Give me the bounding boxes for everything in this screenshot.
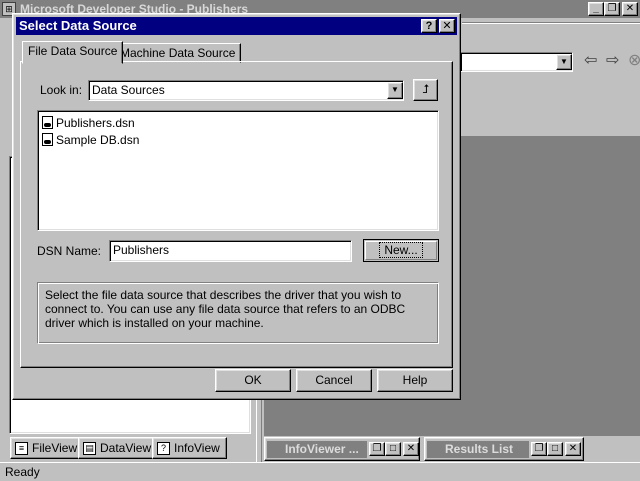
file-name: Sample DB.dsn <box>56 132 140 147</box>
dsn-file-icon <box>42 133 53 146</box>
new-button[interactable]: New... <box>363 239 439 262</box>
tab-dataview[interactable]: ▤ DataView <box>78 437 159 459</box>
tab-infoview-label: InfoView <box>174 441 220 455</box>
restore-icon[interactable]: ❐ <box>604 2 620 16</box>
help-icon[interactable]: ? <box>421 19 437 33</box>
tab-fileview-label: FileView <box>32 441 78 455</box>
restore-icon[interactable]: ❐ <box>531 442 547 456</box>
tab-file-data-source-label: File Data Source <box>28 44 118 58</box>
cancel-button[interactable]: Cancel <box>296 369 372 392</box>
infoviewer-dock[interactable]: InfoViewer ... ❐ □ ✕ <box>264 437 420 461</box>
chevron-down-icon[interactable]: ▼ <box>556 54 572 70</box>
infoviewer-dock-title: InfoViewer ... <box>267 441 367 458</box>
database-icon: ▤ <box>83 441 96 455</box>
look-in-label: Look in: <box>40 83 82 97</box>
list-item[interactable]: Sample DB.dsn <box>42 131 438 148</box>
close-icon[interactable]: ✕ <box>565 442 581 456</box>
close-icon[interactable]: ✕ <box>622 2 638 16</box>
dsn-name-label: DSN Name: <box>37 244 101 258</box>
minimize-icon[interactable]: _ <box>588 2 604 16</box>
look-in-select[interactable]: Data Sources <box>88 80 404 101</box>
results-list-dock-title: Results List <box>427 441 529 458</box>
tab-machine-data-source-label: Machine Data Source <box>120 46 236 60</box>
dialog-title-bar[interactable]: Select Data Source ? ✕ <box>16 17 457 35</box>
file-list[interactable]: Publishers.dsn Sample DB.dsn <box>37 110 439 231</box>
cancel-button-label: Cancel <box>315 373 353 387</box>
description-box: Select the file data source that describ… <box>37 282 439 344</box>
info-icon: ? <box>157 441 170 455</box>
infoviewer-title: InfoViewer ... <box>285 442 359 456</box>
look-in-label-text: Look in: <box>40 83 83 97</box>
menu-separator <box>462 22 640 24</box>
dsn-file-icon <box>42 116 53 129</box>
ok-button[interactable]: OK <box>215 369 291 392</box>
maximize-icon[interactable]: □ <box>385 442 401 456</box>
results-list-dock[interactable]: Results List ❐ □ ✕ <box>424 437 584 461</box>
new-button-label: New... <box>379 242 423 258</box>
tab-dataview-label: DataView <box>100 441 152 455</box>
tab-fileview[interactable]: ≡ FileView <box>10 437 85 459</box>
tab-file-data-source[interactable]: File Data Source <box>22 41 124 64</box>
close-icon[interactable]: ✕ <box>403 442 419 456</box>
stop-icon[interactable]: ⊗ <box>628 52 640 70</box>
tab-machine-data-source[interactable]: Machine Data Source <box>114 43 242 63</box>
up-folder-icon[interactable]: ⮥ <box>413 79 438 101</box>
dialog-title: Select Data Source <box>19 18 137 33</box>
close-icon[interactable]: ✕ <box>439 19 455 33</box>
results-list-title: Results List <box>445 442 514 456</box>
tab-infoview[interactable]: ? InfoView <box>152 437 227 459</box>
help-button[interactable]: Help <box>377 369 453 392</box>
status-bar: Ready <box>0 462 640 480</box>
select-data-source-dialog: Select Data Source ? ✕ File Data Source … <box>12 13 461 400</box>
dsn-name-label-text: DSN Name: <box>37 244 102 258</box>
list-item[interactable]: Publishers.dsn <box>42 114 438 131</box>
dsn-name-input[interactable]: Publishers <box>109 240 352 262</box>
description-text: Select the file data source that describ… <box>45 288 406 330</box>
fileview-icon: ≡ <box>15 441 28 455</box>
forward-arrow-icon[interactable]: ⇨ <box>606 52 619 70</box>
status-text: Ready <box>5 465 40 479</box>
maximize-icon[interactable]: □ <box>547 442 563 456</box>
file-name: Publishers.dsn <box>56 115 135 130</box>
restore-icon[interactable]: ❐ <box>369 442 385 456</box>
ok-button-label: OK <box>244 373 262 387</box>
dsn-name-value: Publishers <box>113 243 170 257</box>
help-button-label: Help <box>402 373 428 387</box>
look-in-value: Data Sources <box>92 83 165 97</box>
chevron-down-icon[interactable]: ▼ <box>387 82 403 99</box>
back-arrow-icon[interactable]: ⇦ <box>584 52 597 70</box>
